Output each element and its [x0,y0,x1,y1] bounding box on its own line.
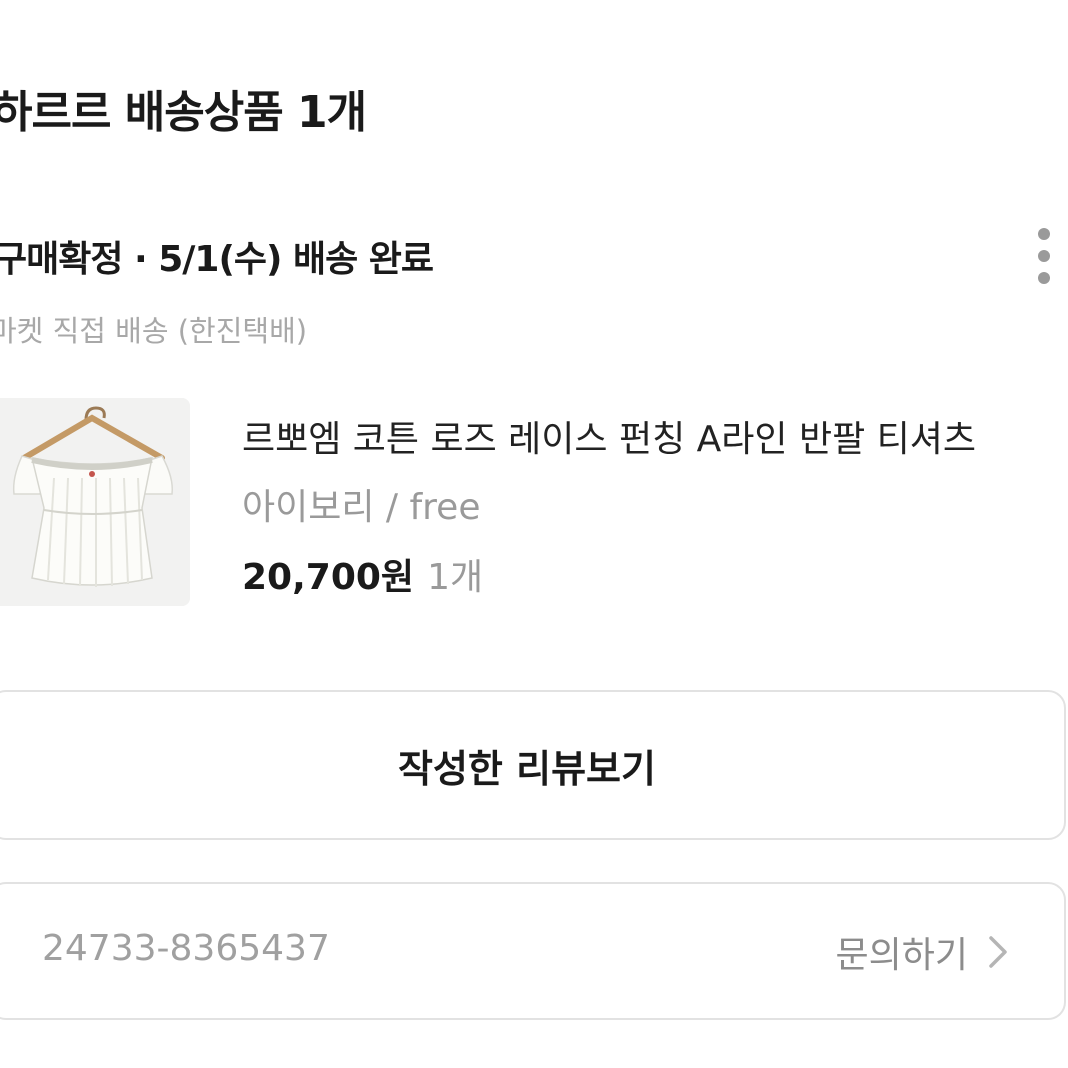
view-review-button[interactable]: 작성한 리뷰보기 [0,690,1066,840]
inquiry-link[interactable]: 문의하기 [836,926,1010,978]
lace-top-illustration [0,398,190,606]
more-vertical-icon[interactable] [1030,226,1058,286]
product-name[interactable]: 르뽀엠 코튼 로즈 레이스 펀칭 A라인 반팔 티셔츠 [242,410,1022,462]
order-detail-page: 하르르 배송상품 1개 구매확정 · 5/1(수) 배송 완료 마켓 직접 배송… [0,0,1068,1068]
product-image[interactable] [0,398,190,606]
chevron-right-icon [989,936,1007,968]
order-number: 24733-8365437 [42,928,330,969]
product-quantity: 1개 [427,557,484,598]
shipping-method: 마켓 직접 배송 (한진택배) [0,314,308,348]
product-price-row: 20,700원 1개 [242,548,483,600]
product-option: 아이보리 / free [242,487,481,528]
order-inquiry-row[interactable]: 24733-8365437 문의하기 [0,882,1066,1020]
page-title: 하르르 배송상품 1개 [0,87,367,138]
order-status: 구매확정 · 5/1(수) 배송 완료 [0,239,434,280]
product-price: 20,700원 [242,557,415,598]
inquiry-label: 문의하기 [835,935,968,976]
